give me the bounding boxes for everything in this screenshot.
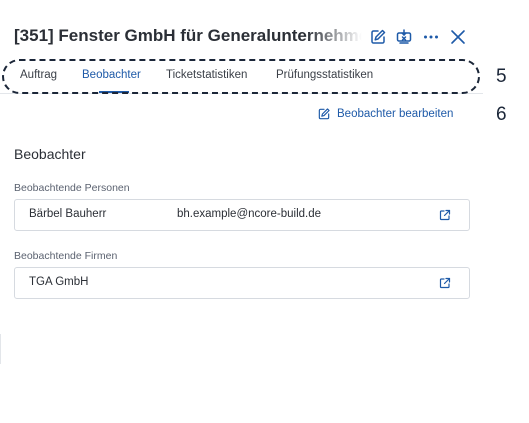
page-title: [351] Fenster GmbH für Generalunternehme… [14, 26, 362, 45]
person-name: Bärbel Bauherr [29, 208, 107, 220]
annotation-number: 6 [496, 104, 507, 125]
person-email: bh.example@ncore-build.de [177, 208, 322, 220]
scroll-edge [0, 334, 1, 364]
persons-label: Beobachtende Personen [14, 182, 130, 194]
more-icon[interactable] [422, 28, 440, 46]
edit-icon [318, 108, 330, 120]
edit-observers-label: Beobachter bearbeiten [337, 108, 454, 120]
company-name: TGA GmbH [29, 276, 89, 288]
external-link-icon[interactable] [439, 277, 451, 289]
annotation-number: 5 [496, 66, 507, 87]
close-icon[interactable] [449, 28, 467, 46]
annotation-highlight [2, 59, 480, 94]
edit-icon[interactable] [369, 28, 387, 46]
section-title: Beobachter [14, 146, 86, 162]
side-strip [483, 0, 529, 423]
edit-observers-button[interactable]: Beobachter bearbeiten [317, 107, 453, 121]
list-item: Bärbel Bauherr bh.example@ncore-build.de [14, 199, 470, 231]
export-icon[interactable] [395, 28, 413, 46]
external-link-icon[interactable] [439, 209, 451, 221]
companies-label: Beobachtende Firmen [14, 250, 118, 262]
list-item: TGA GmbH [14, 267, 470, 299]
